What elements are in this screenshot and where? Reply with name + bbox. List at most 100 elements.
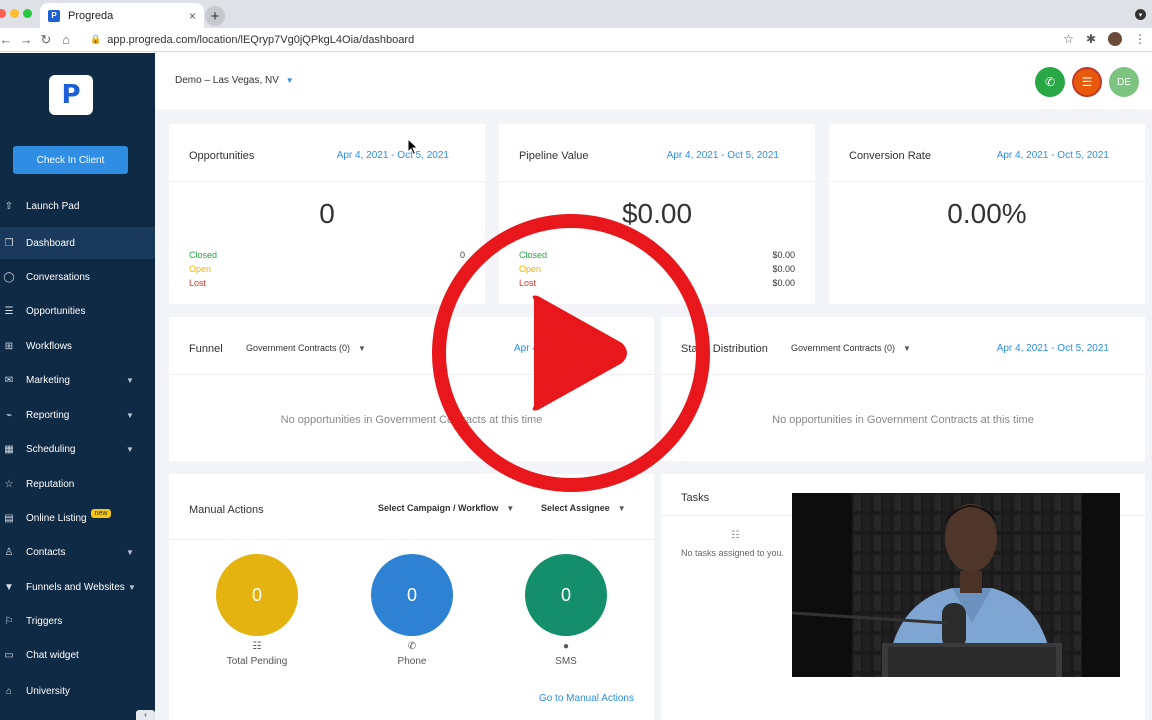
phone-icon: ✆ [1044, 75, 1056, 89]
legend-row-lost: Lost [189, 278, 465, 288]
campaign-workflow-dropdown[interactable]: Select Campaign / Workflow ▼ [378, 503, 514, 513]
browser-toolbar: ← → ↻ ⌂ 🔒 app.progreda.com/location/lEQr… [0, 28, 1152, 52]
tasks-empty-message: No tasks assigned to you. [681, 548, 785, 558]
card-header: Stage Distribution Government Contracts … [661, 317, 1145, 375]
sms-pending-circle[interactable]: 0 [525, 554, 607, 636]
lock-icon: 🔒 [90, 34, 102, 44]
card-title: Conversion Rate [849, 150, 931, 162]
pipeline-dropdown[interactable]: Government Contracts (0) ▼ [791, 343, 911, 353]
location-name: Demo – Las Vegas, NV [175, 75, 279, 86]
date-range[interactable]: Apr 4, 2021 - Oct 5, 2021 [997, 343, 1109, 354]
chevron-down-icon: ▼ [126, 444, 134, 454]
legend-row-closed: Closed 0 [189, 250, 465, 260]
phone-pending-circle[interactable]: 0 [371, 554, 453, 636]
chevron-down-icon: ▼ [617, 504, 626, 513]
browser-menu-icon[interactable]: ⋮ [1134, 32, 1146, 46]
user-avatar[interactable]: DE [1109, 67, 1139, 97]
sidebar-item-label: University [26, 685, 70, 697]
legend-label: Lost [189, 278, 207, 288]
card-title: Opportunities [189, 150, 255, 162]
sidebar-item-triggers[interactable]: ⚐ Triggers [0, 605, 155, 637]
sms-label: SMS [555, 656, 577, 667]
sidebar-item-label: Opportunities [26, 305, 86, 317]
card-title: Pipeline Value [519, 150, 589, 162]
collapse-sidebar-chevron-left-icon[interactable]: ‹ [136, 710, 155, 720]
user-icon: ♙ [4, 546, 14, 558]
go-to-manual-actions-link[interactable]: Go to Manual Actions [539, 693, 634, 704]
legend-label: Open [189, 264, 212, 274]
chevron-down-icon: ▼ [285, 76, 294, 85]
sidebar-item-online-listing[interactable]: ▤ Online Listing new [0, 502, 155, 534]
progreda-logo[interactable]: P [49, 75, 93, 115]
chart-icon: ⌁ [5, 409, 13, 421]
sidebar-item-contacts[interactable]: ♙ Contacts ▼ [0, 536, 155, 568]
phone-call-button[interactable]: ✆ [1035, 67, 1065, 97]
sidebar-item-workflows[interactable]: ⊞ Workflows [0, 330, 155, 362]
presenter-video-frame [792, 493, 1120, 677]
sidebar-item-scheduling[interactable]: ▦ Scheduling ▼ [0, 433, 155, 465]
sidebar-item-label: Conversations [26, 271, 90, 283]
new-tab-button[interactable]: + [205, 6, 225, 26]
calendar-icon: ▦ [4, 443, 14, 455]
maximize-window-button[interactable] [23, 9, 32, 18]
sidebar-item-reputation[interactable]: ☆ Reputation [0, 468, 155, 500]
phone-label: Phone [397, 656, 427, 667]
pipeline-dropdown[interactable]: Government Contracts (0) ▼ [246, 343, 366, 353]
back-icon[interactable]: ← [0, 32, 16, 47]
bookmark-star-icon[interactable]: ☆ [1063, 32, 1074, 46]
location-selector[interactable]: Demo – Las Vegas, NV ▼ [175, 75, 294, 86]
video-play-icon[interactable] [430, 212, 712, 494]
card-title: Manual Actions [189, 504, 264, 516]
tab-search-icon[interactable]: ▾ [1135, 9, 1146, 20]
browser-tab[interactable]: P Progreda × [40, 3, 204, 28]
sidebar-item-conversations[interactable]: ◯ Conversations [0, 261, 155, 293]
extensions-puzzle-icon[interactable]: ✱ [1086, 32, 1096, 46]
tab-title: Progreda [68, 9, 114, 22]
chevron-down-icon: ▼ [128, 582, 136, 592]
layers-icon: ☰ [4, 305, 14, 317]
sidebar-item-university[interactable]: ⌂ University [0, 675, 155, 707]
card-header: Pipeline Value Apr 4, 2021 - Oct 5, 2021 [499, 124, 815, 182]
check-in-client-button[interactable]: Check In Client [13, 146, 128, 174]
sidebar-item-funnels-and-websites[interactable]: ▼ Funnels and Websites ▼ [0, 571, 155, 603]
minimize-window-button[interactable] [10, 9, 19, 18]
logo-letter: P [61, 80, 81, 110]
reload-icon[interactable]: ↻ [36, 32, 56, 48]
address-bar[interactable]: 🔒 app.progreda.com/location/lEQryp7Vg0jQ… [90, 34, 414, 46]
browser-tab-bar: P Progreda × + ▾ [0, 0, 1152, 28]
presenter-video[interactable] [792, 493, 1120, 677]
home-icon[interactable]: ⌂ [56, 32, 76, 47]
sidebar-item-chat-widget[interactable]: ▭ Chat widget [0, 639, 155, 671]
sidebar-item-launch-pad[interactable]: ⇧ Launch Pad [0, 190, 155, 222]
close-window-button[interactable] [0, 9, 6, 18]
total-pending-circle[interactable]: 0 [216, 554, 298, 636]
sidebar-item-label: Reporting [26, 409, 70, 421]
legend-value: $0.00 [772, 264, 795, 274]
trigger-icon: ⚐ [4, 615, 14, 627]
dropdown-value: Government Contracts (0) [791, 343, 896, 353]
sidebar-item-reporting[interactable]: ⌁ Reporting ▼ [0, 399, 155, 431]
chevron-down-icon: ▼ [358, 344, 366, 353]
notifications-button[interactable]: ☰ [1072, 67, 1102, 97]
sidebar-item-label: Scheduling [26, 443, 76, 455]
date-range[interactable]: Apr 4, 2021 - Oct 5, 2021 [337, 150, 449, 161]
sidebar-item-label: Contacts [26, 546, 66, 558]
sidebar-item-label: Chat widget [26, 649, 79, 661]
tasks-list-icon: ☷ [731, 530, 740, 541]
chat-icon: ◯ [3, 271, 15, 283]
sidebar-item-dashboard[interactable]: ❐ Dashboard [0, 227, 155, 259]
sidebar: P Check In Client ⇧ Launch Pad ❐ Dashboa… [0, 53, 155, 720]
list-icon: ▤ [4, 512, 14, 524]
sidebar-item-marketing[interactable]: ✉ Marketing ▼ [0, 364, 155, 396]
tab-close-icon[interactable]: × [189, 9, 196, 23]
dashboard-icon: ❐ [4, 237, 14, 249]
date-range[interactable]: Apr 4, 2021 - Oct 5, 2021 [997, 150, 1109, 161]
date-range[interactable]: Apr 4, 2021 - Oct 5, 2021 [667, 150, 779, 161]
mail-icon: ✉ [4, 374, 14, 386]
progreda-favicon-icon: P [48, 9, 60, 22]
sidebar-item-opportunities[interactable]: ☰ Opportunities [0, 295, 155, 327]
assignee-dropdown[interactable]: Select Assignee ▼ [541, 503, 626, 513]
forward-icon[interactable]: → [16, 32, 36, 47]
profile-avatar-icon[interactable] [1108, 32, 1122, 46]
manual-actions-card: Manual Actions Select Campaign / Workflo… [169, 474, 654, 720]
